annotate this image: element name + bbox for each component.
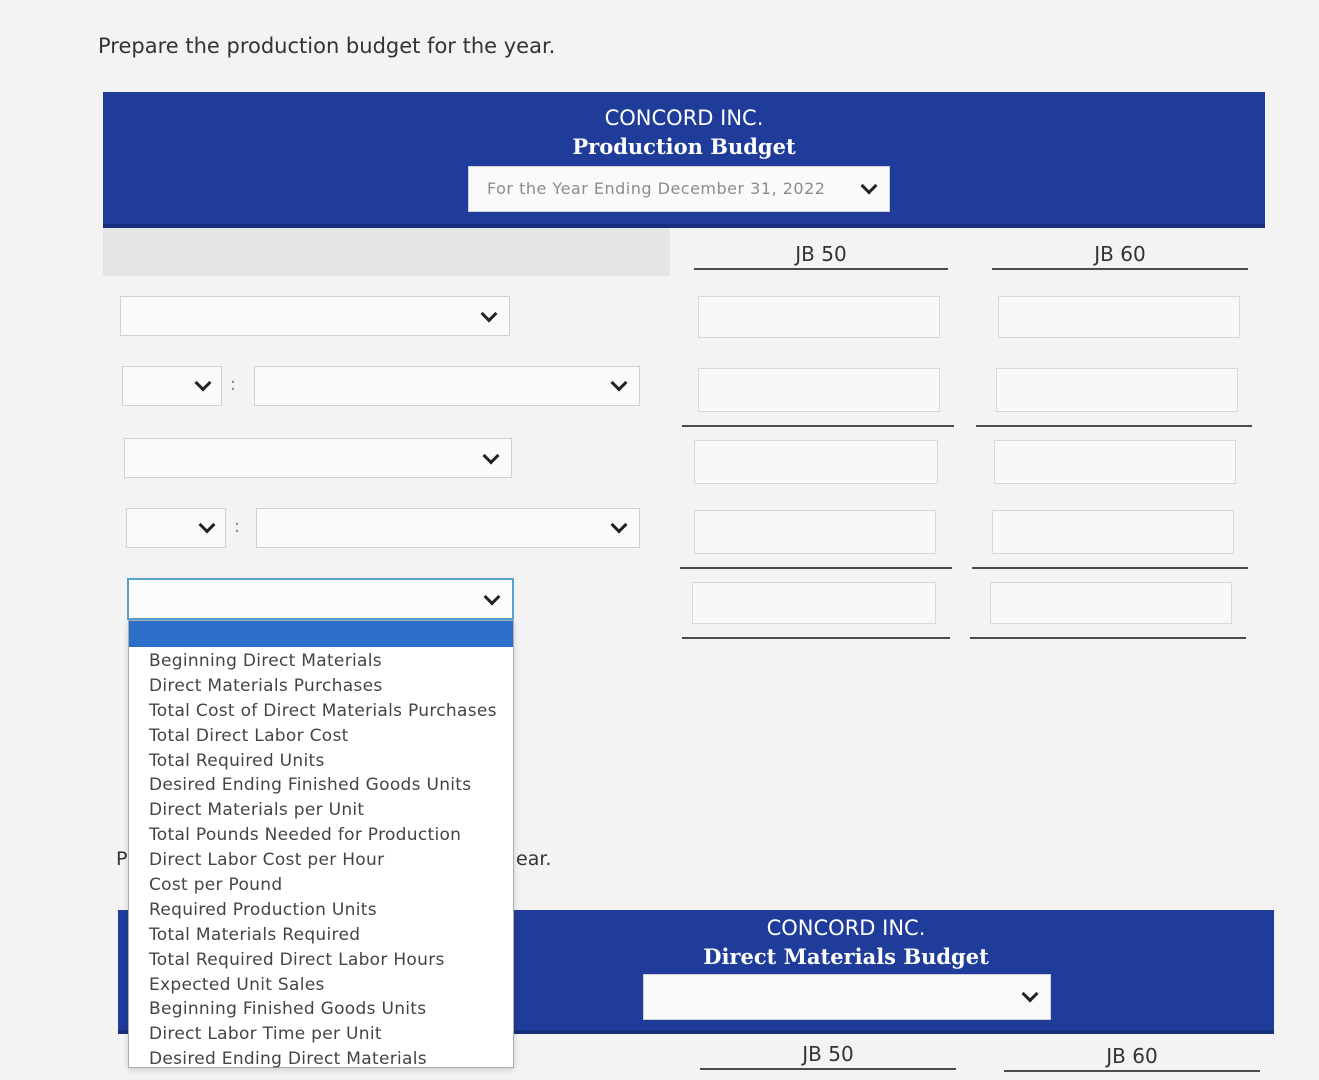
- column-header-jb60: JB 60: [1094, 242, 1146, 266]
- separator-colon: :: [230, 374, 237, 395]
- materials-column-header-jb60: JB 60: [1106, 1044, 1158, 1068]
- second-prompt-start: P: [116, 848, 128, 870]
- dropdown-option[interactable]: Direct Materials Purchases: [149, 674, 497, 699]
- row2-label-select[interactable]: [254, 366, 640, 406]
- dropdown-highlighted-blank-option[interactable]: [129, 621, 513, 647]
- dropdown-option[interactable]: Direct Labor Time per Unit: [149, 1022, 497, 1047]
- dropdown-option[interactable]: Total Direct Labor Cost: [149, 724, 497, 749]
- row2-operator-select[interactable]: [122, 366, 222, 406]
- dropdown-option-list: Beginning Direct Materials Direct Materia…: [149, 649, 497, 1072]
- dropdown-option[interactable]: Direct Materials per Unit: [149, 798, 497, 823]
- dropdown-option[interactable]: Beginning Finished Goods Units: [149, 997, 497, 1022]
- chevron-down-icon: [198, 516, 216, 534]
- row3-label-select[interactable]: [124, 438, 512, 478]
- chevron-down-icon: [610, 516, 628, 534]
- dropdown-option[interactable]: Total Required Units: [149, 749, 497, 774]
- dropdown-option[interactable]: Desired Ending Direct Materials: [149, 1047, 497, 1072]
- dropdown-option[interactable]: Total Materials Required: [149, 923, 497, 948]
- dropdown-option[interactable]: Total Required Direct Labor Hours: [149, 948, 497, 973]
- row4-operator-select[interactable]: [126, 508, 226, 548]
- materials-period-select[interactable]: [643, 974, 1051, 1020]
- header-gray-band: [103, 228, 670, 276]
- subtotal-underline: [680, 567, 952, 569]
- row5-label-select[interactable]: [127, 578, 514, 620]
- dropdown-option[interactable]: Cost per Pound: [149, 873, 497, 898]
- total-underline: [970, 637, 1246, 639]
- production-budget-header: CONCORD INC. Production Budget For the Y…: [103, 92, 1265, 228]
- row2-jb60-input[interactable]: [996, 368, 1238, 412]
- dropdown-option[interactable]: Direct Labor Cost per Hour: [149, 848, 497, 873]
- dropdown-option[interactable]: Total Pounds Needed for Production: [149, 823, 497, 848]
- chevron-down-icon: [1021, 985, 1039, 1003]
- column-underline: [992, 268, 1248, 270]
- company-name: CONCORD INC.: [604, 106, 764, 130]
- chevron-down-icon: [482, 447, 500, 465]
- row1-jb60-input[interactable]: [998, 296, 1240, 338]
- dropdown-option[interactable]: Total Cost of Direct Materials Purchases: [149, 699, 497, 724]
- separator-colon: :: [234, 516, 241, 537]
- prompt-text: Prepare the production budget for the ye…: [98, 34, 556, 58]
- column-header-jb50: JB 50: [795, 242, 847, 266]
- second-prompt-end: ear.: [516, 848, 552, 870]
- period-select[interactable]: For the Year Ending December 31, 2022: [468, 166, 890, 212]
- subtotal-underline: [976, 425, 1252, 427]
- subtotal-underline: [972, 567, 1248, 569]
- dropdown-option[interactable]: Required Production Units: [149, 898, 497, 923]
- row5-jb50-input[interactable]: [692, 582, 936, 624]
- row4-jb50-input[interactable]: [694, 510, 936, 554]
- column-underline: [1004, 1070, 1260, 1072]
- chevron-down-icon: [194, 374, 212, 392]
- column-underline: [700, 1068, 956, 1070]
- total-underline: [682, 637, 950, 639]
- row1-label-select[interactable]: [120, 296, 510, 336]
- chevron-down-icon: [610, 374, 628, 392]
- dropdown-option[interactable]: Desired Ending Finished Goods Units: [149, 773, 497, 798]
- column-underline: [694, 268, 948, 270]
- dropdown-option[interactable]: Beginning Direct Materials: [149, 649, 497, 674]
- period-select-value: For the Year Ending December 31, 2022: [487, 179, 826, 198]
- dropdown-option[interactable]: Expected Unit Sales: [149, 973, 497, 998]
- label-dropdown-menu[interactable]: Beginning Direct Materials Direct Materia…: [128, 620, 514, 1069]
- chevron-down-icon: [860, 177, 878, 195]
- materials-column-header-jb50: JB 50: [802, 1042, 854, 1066]
- row4-jb60-input[interactable]: [992, 510, 1234, 554]
- row3-jb50-input[interactable]: [694, 440, 938, 484]
- row1-jb50-input[interactable]: [698, 296, 940, 338]
- chevron-down-icon: [480, 305, 498, 323]
- subtotal-underline: [682, 425, 954, 427]
- budget-title: Production Budget: [572, 134, 796, 159]
- row2-jb50-input[interactable]: [698, 368, 940, 412]
- row4-label-select[interactable]: [256, 508, 640, 548]
- chevron-down-icon: [483, 588, 501, 606]
- row5-jb60-input[interactable]: [990, 582, 1232, 624]
- row3-jb60-input[interactable]: [994, 440, 1236, 484]
